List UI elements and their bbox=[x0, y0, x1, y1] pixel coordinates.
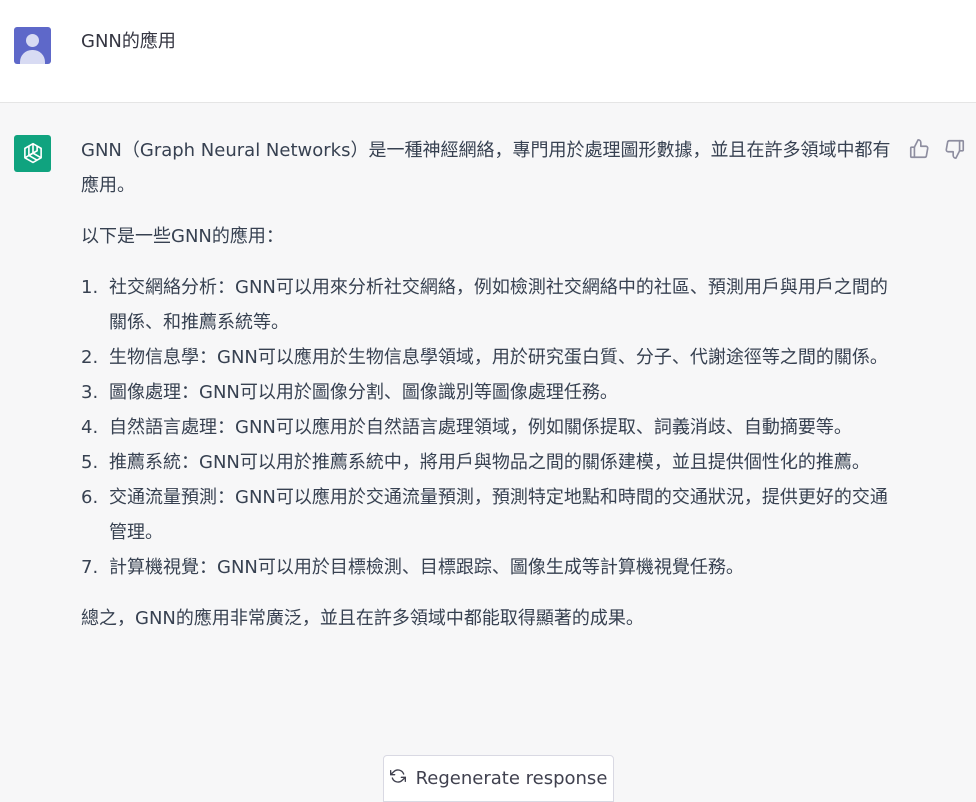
user-message-text: GNN的應用 bbox=[81, 31, 176, 52]
openai-logo-icon bbox=[14, 135, 51, 172]
intro-paragraph: GNN（Graph Neural Networks）是一種神經網絡，專門用於處理… bbox=[81, 140, 891, 196]
list-item: 7. 計算機視覺：GNN可以用於目標檢測、目標跟踪、圖像生成等計算機視覺任務。 bbox=[81, 557, 744, 578]
thumbs-down-icon[interactable] bbox=[944, 138, 968, 162]
refresh-icon bbox=[389, 768, 406, 789]
list-item: 5. 推薦系統：GNN可以用於推薦系統中，將用戶與物品之間的關係建模，並且提供個性… bbox=[81, 452, 870, 473]
user-avatar-icon bbox=[14, 27, 51, 64]
list-item: 3. 圖像處理：GNN可以用於圖像分割、圖像識別等圖像處理任務。 bbox=[81, 382, 618, 403]
regenerate-label: Regenerate response bbox=[415, 768, 608, 789]
feedback-buttons bbox=[908, 138, 968, 162]
regenerate-response-button[interactable]: Regenerate response bbox=[383, 755, 614, 802]
assistant-message-content: GNN（Graph Neural Networks）是一種神經網絡，專門用於處理… bbox=[81, 133, 901, 652]
thumbs-up-icon[interactable] bbox=[908, 138, 932, 162]
list-item: 6. 交通流量預測：GNN可以應用於交通流量預測，預測特定地點和時間的交通狀況，提… bbox=[81, 487, 888, 543]
assistant-message-row: GNN（Graph Neural Networks）是一種神經網絡，專門用於處理… bbox=[0, 104, 976, 802]
list-item: 2. 生物信息學：GNN可以應用於生物信息學領域，用於研究蛋白質、分子、代謝途徑等… bbox=[81, 347, 888, 368]
list-item: 4. 自然語言處理：GNN可以應用於自然語言處理領域，例如關係提取、詞義消歧、自動… bbox=[81, 417, 852, 438]
applications-list: 1. 社交網絡分析：GNN可以用來分析社交網絡，例如檢測社交網絡中的社區、預測用戶… bbox=[81, 270, 901, 585]
lead-paragraph: 以下是一些GNN的應用： bbox=[81, 226, 284, 247]
list-item: 1. 社交網絡分析：GNN可以用來分析社交網絡，例如檢測社交網絡中的社區、預測用戶… bbox=[81, 277, 888, 333]
conclusion-paragraph: 總之，GNN的應用非常廣泛，並且在許多領域中都能取得顯著的成果。 bbox=[81, 608, 644, 629]
user-message-row: GNN的應用 bbox=[0, 0, 976, 103]
